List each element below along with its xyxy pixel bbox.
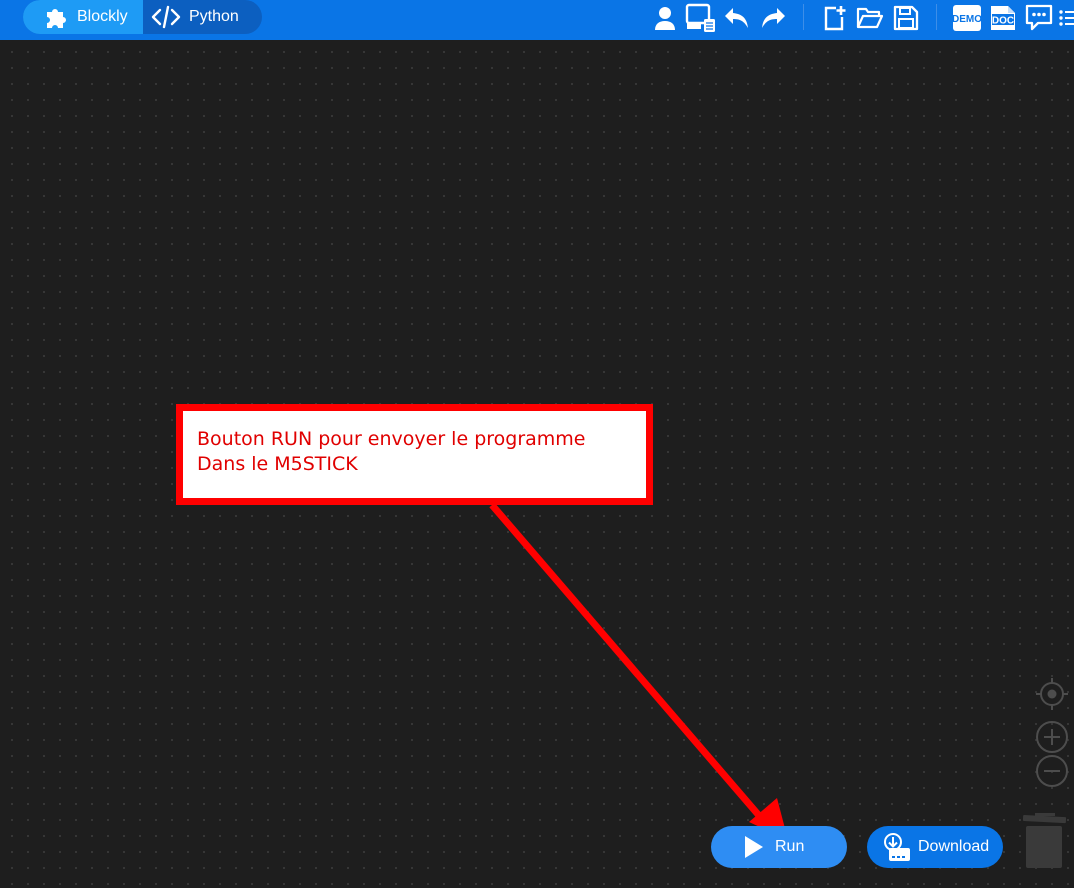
trash-icon[interactable]	[1022, 810, 1068, 870]
download-button[interactable]: Download	[867, 826, 1003, 868]
recenter-icon[interactable]	[1035, 677, 1069, 711]
run-button-label: Run	[775, 838, 805, 855]
play-icon	[745, 836, 763, 858]
zoom-in-icon[interactable]	[1035, 720, 1069, 754]
download-button-label: Download	[918, 838, 990, 855]
zoom-out-icon[interactable]	[1035, 754, 1069, 788]
download-device-icon	[884, 833, 910, 861]
annotation-arrow	[489, 502, 788, 840]
run-button[interactable]: Run	[711, 826, 847, 868]
